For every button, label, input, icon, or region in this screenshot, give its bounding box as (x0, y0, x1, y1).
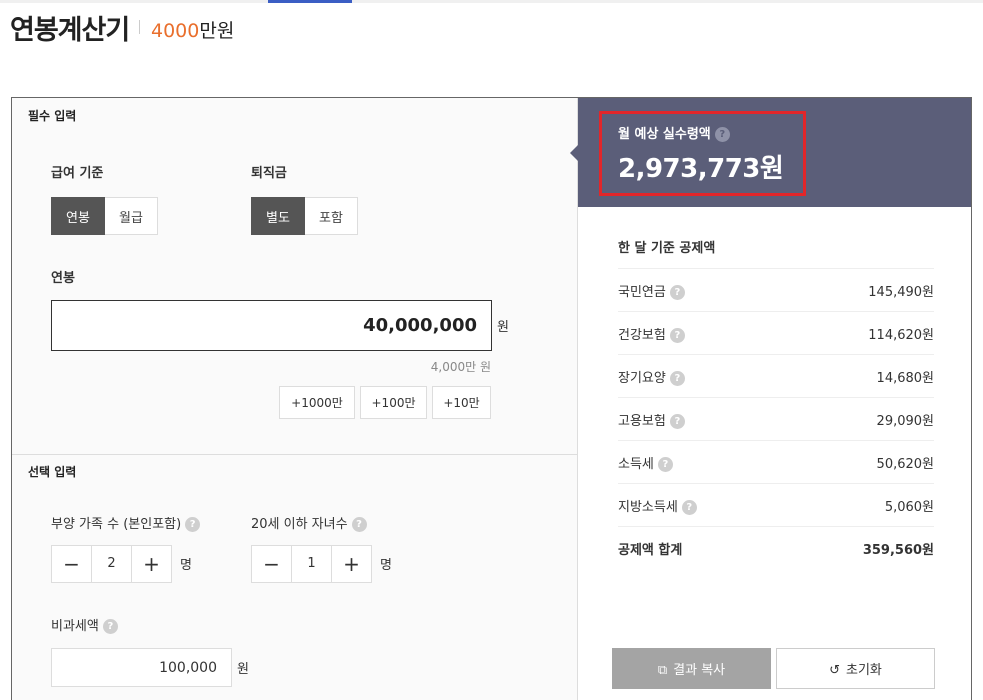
reset-label: 초기화 (846, 663, 882, 678)
salary-basis-toggle: 연봉 월급 (51, 197, 158, 235)
page-title: 연봉계산기 (10, 15, 130, 46)
salary-hint: 4,000만 원 (430, 360, 491, 374)
children-unit: 명 (380, 558, 392, 573)
deduction-name: 장기요양? (618, 367, 685, 386)
deduction-name-text: 지방소득세 (618, 499, 678, 515)
salary-basis-monthly-button[interactable]: 월급 (105, 197, 158, 235)
title-amount-unit: 만원 (199, 20, 235, 42)
severance-included-button[interactable]: 포함 (305, 197, 358, 235)
optional-section-label: 선택 입력 (28, 465, 77, 479)
nontaxable-unit: 원 (237, 662, 249, 677)
add-10m-button[interactable]: +1000만 (279, 386, 355, 419)
deduction-amount: 114,620원 (868, 327, 934, 343)
result-panel: 월 예상 실수령액? 2,973,773원 한 달 기준 공제액 국민연금? 14… (570, 98, 971, 700)
children-label-text: 20세 이하 자녀수 (251, 517, 348, 532)
deduction-name-text: 국민연금 (618, 284, 666, 300)
help-icon[interactable]: ? (714, 127, 730, 142)
result-header: 월 예상 실수령액? 2,973,773원 (570, 98, 971, 207)
reset-button[interactable]: ↺ 초기화 (776, 648, 935, 689)
deduction-amount: 5,060원 (884, 499, 934, 515)
salary-basis-annual-button[interactable]: 연봉 (51, 197, 105, 235)
deduction-row: 국민연금? 145,490원 (618, 268, 934, 311)
deduction-name-text: 장기요양 (618, 370, 666, 386)
section-divider (12, 454, 578, 455)
deduction-list: 국민연금? 145,490원 건강보험? 114,620원 장기요양? 14,680원… (618, 268, 934, 569)
top-tab-bar (0, 0, 983, 3)
salary-unit: 원 (497, 320, 509, 335)
help-icon[interactable]: ? (102, 619, 118, 634)
copy-result-button[interactable]: ⧉ 결과 복사 (612, 648, 771, 689)
children-value[interactable]: 1 (291, 546, 332, 582)
deduction-name-text: 고용보험 (618, 413, 666, 429)
calculator-panel: 필수 입력 급여 기준 연봉 월급 퇴직금 별도 포함 연봉 원 4,000만 … (11, 97, 972, 700)
deduction-amount: 29,090원 (876, 413, 934, 429)
help-icon[interactable]: ? (351, 517, 367, 532)
help-icon[interactable]: ? (681, 499, 697, 515)
nontaxable-label-text: 비과세액 (51, 619, 99, 634)
copy-result-label: 결과 복사 (673, 663, 726, 678)
reset-icon: ↺ (829, 663, 840, 678)
input-panel: 필수 입력 급여 기준 연봉 월급 퇴직금 별도 포함 연봉 원 4,000만 … (12, 98, 578, 700)
children-stepper: − 1 + (251, 545, 372, 583)
salary-input[interactable] (51, 300, 492, 351)
add-100k-button[interactable]: +10만 (432, 386, 491, 419)
nontaxable-label: 비과세액? (51, 615, 118, 634)
severance-toggle: 별도 포함 (251, 197, 358, 235)
deduction-name: 건강보험? (618, 324, 685, 343)
deduction-amount: 145,490원 (868, 284, 934, 300)
deduction-row: 소득세? 50,620원 (618, 440, 934, 483)
help-icon[interactable]: ? (185, 517, 201, 532)
deduction-name-text: 건강보험 (618, 327, 666, 343)
dependents-stepper: − 2 + (51, 545, 172, 583)
result-pointer (570, 145, 578, 161)
deduction-title: 한 달 기준 공제액 (618, 241, 716, 256)
required-section-label: 필수 입력 (28, 109, 77, 123)
deduction-row: 고용보험? 29,090원 (618, 397, 934, 440)
dependents-minus-button[interactable]: − (52, 546, 91, 582)
children-plus-button[interactable]: + (332, 546, 371, 582)
add-1m-button[interactable]: +100만 (360, 386, 427, 419)
deduction-row: 장기요양? 14,680원 (618, 354, 934, 397)
copy-icon: ⧉ (657, 663, 668, 678)
children-label: 20세 이하 자녀수? (251, 513, 367, 532)
help-icon[interactable]: ? (669, 284, 685, 300)
help-icon[interactable]: ? (669, 370, 685, 386)
title-amount-number: 4000 (151, 20, 200, 42)
deduction-total-amount: 359,560원 (862, 542, 934, 558)
dependents-label: 부양 가족 수 (본인포함)? (51, 513, 201, 532)
help-icon[interactable]: ? (657, 456, 673, 472)
net-pay-label: 월 예상 실수령액? (618, 123, 730, 142)
dependents-unit: 명 (180, 558, 192, 573)
deduction-amount: 50,620원 (876, 456, 934, 472)
deduction-name: 소득세? (618, 453, 673, 472)
deduction-name: 지방소득세? (618, 496, 697, 515)
title-divider (139, 20, 140, 34)
salary-basis-label: 급여 기준 (51, 166, 104, 181)
net-pay-value: 2,973,773원 (618, 154, 784, 184)
nontaxable-input[interactable] (51, 648, 232, 687)
deduction-row: 지방소득세? 5,060원 (618, 483, 934, 526)
dependents-value[interactable]: 2 (91, 546, 132, 582)
severance-label: 퇴직금 (251, 166, 287, 181)
title-amount: 4000만원 (151, 16, 234, 43)
dependents-plus-button[interactable]: + (132, 546, 171, 582)
deduction-row: 건강보험? 114,620원 (618, 311, 934, 354)
salary-label: 연봉 (51, 271, 75, 286)
help-icon[interactable]: ? (669, 327, 685, 343)
deduction-total-row: 공제액 합계 359,560원 (618, 526, 934, 569)
deduction-total-name: 공제액 합계 (618, 542, 683, 558)
help-icon[interactable]: ? (669, 413, 685, 429)
net-pay-label-text: 월 예상 실수령액 (618, 127, 711, 142)
deduction-name-text: 소득세 (618, 456, 654, 472)
dependents-label-text: 부양 가족 수 (본인포함) (51, 517, 182, 532)
active-tab-indicator (268, 0, 352, 3)
deduction-name: 고용보험? (618, 410, 685, 429)
children-minus-button[interactable]: − (252, 546, 291, 582)
deduction-name: 국민연금? (618, 281, 685, 300)
deduction-amount: 14,680원 (876, 370, 934, 386)
severance-separate-button[interactable]: 별도 (251, 197, 305, 235)
